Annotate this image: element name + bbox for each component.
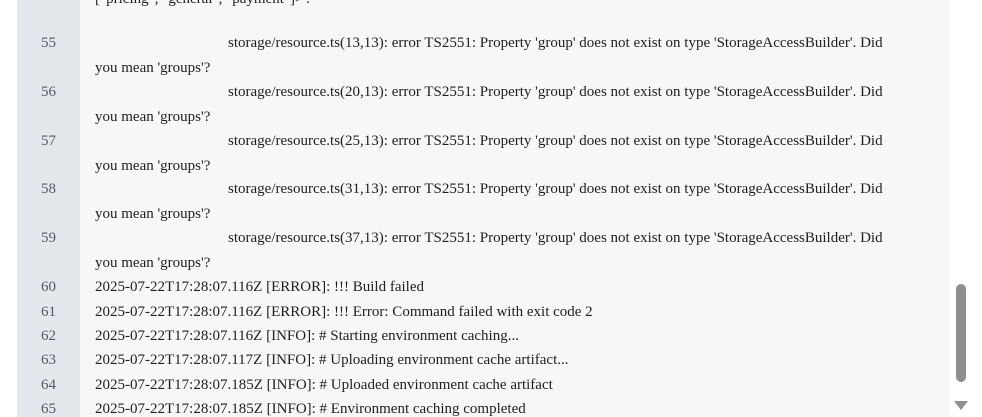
- line-text: 2025-07-22T17:28:07.185Z [INFO]: # Envir…: [95, 401, 526, 417]
- line-number: 62: [41, 328, 56, 344]
- line-text: 2025-07-22T17:28:07.116Z [ERROR]: !!! Bu…: [95, 279, 424, 295]
- line-text: storage/resource.ts(31,13): error TS2551…: [95, 177, 943, 226]
- line-text-main: storage/resource.ts(37,13): error TS2551…: [228, 230, 883, 246]
- line-text: storage/resource.ts(13,13): error TS2551…: [95, 31, 943, 80]
- line-text: 2025-07-22T17:28:07.116Z [ERROR]: !!! Er…: [95, 304, 593, 320]
- line-number: 56: [41, 84, 56, 100]
- line-number: 57: [41, 133, 56, 149]
- line-number: 55: [41, 35, 56, 51]
- line-number: 61: [41, 304, 56, 320]
- line-text-continuation: you mean 'groups'?: [95, 254, 211, 271]
- line-number: 64: [41, 377, 56, 393]
- partial-top-line: ["pricing", "general", "payment"]>'.: [95, 0, 310, 11]
- triangle-down-icon[interactable]: [954, 401, 968, 410]
- line-text-main: storage/resource.ts(25,13): error TS2551…: [228, 133, 883, 149]
- line-number: 65: [41, 401, 56, 417]
- line-text: 2025-07-22T17:28:07.116Z [INFO]: # Start…: [95, 328, 519, 344]
- code-block: ["pricing", "general", "payment"]>'. 55 …: [17, 0, 950, 417]
- line-text-continuation: you mean 'groups'?: [95, 205, 211, 222]
- line-text-main: storage/resource.ts(20,13): error TS2551…: [228, 84, 883, 100]
- line-text-main: storage/resource.ts(13,13): error TS2551…: [228, 35, 883, 51]
- line-text: storage/resource.ts(37,13): error TS2551…: [95, 226, 943, 275]
- line-number: 58: [41, 181, 56, 197]
- scrollbar-thumb[interactable]: [956, 284, 966, 382]
- line-number: 59: [41, 230, 56, 246]
- line-number: 60: [41, 279, 56, 295]
- scrollbar-track[interactable]: [950, 0, 982, 417]
- line-text: 2025-07-22T17:28:07.117Z [INFO]: # Uploa…: [95, 352, 569, 368]
- line-text-main: storage/resource.ts(31,13): error TS2551…: [228, 181, 883, 197]
- line-text-continuation: you mean 'groups'?: [95, 157, 211, 174]
- line-number: 63: [41, 352, 56, 368]
- line-text: storage/resource.ts(25,13): error TS2551…: [95, 129, 943, 178]
- line-text: storage/resource.ts(20,13): error TS2551…: [95, 80, 943, 129]
- line-text-continuation: you mean 'groups'?: [95, 59, 211, 76]
- line-text-continuation: you mean 'groups'?: [95, 108, 211, 125]
- line-text: 2025-07-22T17:28:07.185Z [INFO]: # Uploa…: [95, 377, 553, 393]
